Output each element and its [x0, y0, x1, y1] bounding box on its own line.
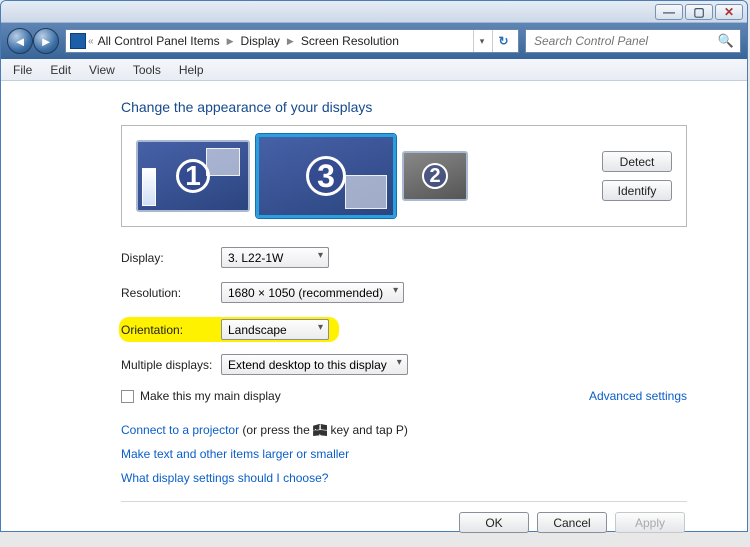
- nav-bar: ◄ ► « All Control Panel Items ▶ Display …: [1, 23, 747, 59]
- forward-button[interactable]: ►: [33, 28, 59, 54]
- address-bar[interactable]: « All Control Panel Items ▶ Display ▶ Sc…: [65, 29, 519, 53]
- row-orientation-highlighted: Orientation: Landscape: [119, 317, 339, 342]
- menu-tools[interactable]: Tools: [125, 61, 169, 79]
- monitor-number: 1: [176, 159, 210, 193]
- make-main-row: Make this my main display: [121, 389, 281, 403]
- explorer-window: — ▢ ✕ ◄ ► « All Control Panel Items ▶ Di…: [0, 0, 748, 532]
- label-resolution: Resolution:: [121, 286, 221, 300]
- window-icon: [142, 168, 156, 206]
- menu-file[interactable]: File: [5, 61, 40, 79]
- breadcrumb-root-chevron[interactable]: «: [88, 36, 94, 47]
- text-size-link[interactable]: Make text and other items larger or smal…: [121, 447, 349, 461]
- title-bar[interactable]: — ▢ ✕: [1, 1, 747, 23]
- menu-help[interactable]: Help: [171, 61, 212, 79]
- breadcrumb-part-2[interactable]: Display: [239, 34, 282, 48]
- dialog-buttons: OK Cancel Apply: [121, 512, 687, 533]
- search-icon[interactable]: 🔍: [718, 33, 734, 49]
- control-panel-icon: [70, 33, 86, 49]
- window-icon: [345, 175, 387, 209]
- refresh-button[interactable]: ↻: [492, 30, 514, 52]
- display-arrangement-panel[interactable]: 1 3 2 Detect Identify: [121, 125, 687, 227]
- make-main-checkbox[interactable]: [121, 390, 134, 403]
- search-input[interactable]: [532, 33, 712, 49]
- label-multiple-displays: Multiple displays:: [121, 358, 221, 372]
- identify-button[interactable]: Identify: [602, 180, 672, 201]
- maximize-button[interactable]: ▢: [685, 4, 713, 20]
- breadcrumb-part-1[interactable]: All Control Panel Items: [96, 34, 222, 48]
- page-title: Change the appearance of your displays: [121, 99, 687, 115]
- menu-bar: File Edit View Tools Help: [1, 59, 747, 81]
- monitors-group: 1 3 2: [136, 134, 468, 218]
- chevron-right-icon[interactable]: ▶: [224, 36, 237, 47]
- label-display: Display:: [121, 251, 221, 265]
- separator: [121, 501, 687, 502]
- connect-projector-link[interactable]: Connect to a projector: [121, 423, 239, 437]
- content-area: Change the appearance of your displays 1…: [1, 81, 747, 547]
- close-button[interactable]: ✕: [715, 4, 743, 20]
- monitor-1[interactable]: 1: [136, 140, 250, 212]
- row-multiple-displays: Multiple displays: Extend desktop to thi…: [121, 354, 687, 375]
- monitor-2[interactable]: 2: [402, 151, 468, 201]
- breadcrumb-part-3[interactable]: Screen Resolution: [299, 34, 401, 48]
- advanced-settings-link[interactable]: Advanced settings: [589, 389, 687, 411]
- windows-key-icon: [313, 424, 327, 436]
- chevron-right-icon[interactable]: ▶: [284, 36, 297, 47]
- multiple-displays-select[interactable]: Extend desktop to this display: [221, 354, 408, 375]
- back-button[interactable]: ◄: [7, 28, 33, 54]
- search-box[interactable]: 🔍: [525, 29, 741, 53]
- monitor-number: 2: [422, 163, 448, 189]
- projector-hint-2: key and tap P): [327, 423, 408, 437]
- projector-hint-1: (or press the: [239, 423, 313, 437]
- window-icon: [206, 148, 240, 176]
- links-block: Connect to a projector (or press the key…: [121, 423, 687, 485]
- which-settings-link[interactable]: What display settings should I choose?: [121, 471, 328, 485]
- monitor-number: 3: [306, 156, 346, 196]
- orientation-select[interactable]: Landscape: [221, 319, 329, 340]
- window-controls: — ▢ ✕: [655, 4, 743, 20]
- make-main-label: Make this my main display: [140, 389, 281, 403]
- label-orientation: Orientation:: [121, 323, 221, 337]
- cancel-button[interactable]: Cancel: [537, 512, 607, 533]
- resolution-select[interactable]: 1680 × 1050 (recommended): [221, 282, 404, 303]
- detect-button[interactable]: Detect: [602, 151, 672, 172]
- menu-view[interactable]: View: [81, 61, 123, 79]
- row-resolution: Resolution: 1680 × 1050 (recommended): [121, 282, 687, 303]
- apply-button[interactable]: Apply: [615, 512, 685, 533]
- minimize-button[interactable]: —: [655, 4, 683, 20]
- address-dropdown[interactable]: ▾: [473, 30, 490, 52]
- row-display: Display: 3. L22-1W: [121, 247, 687, 268]
- ok-button[interactable]: OK: [459, 512, 529, 533]
- monitor-3-selected[interactable]: 3: [256, 134, 396, 218]
- display-select[interactable]: 3. L22-1W: [221, 247, 329, 268]
- menu-edit[interactable]: Edit: [42, 61, 79, 79]
